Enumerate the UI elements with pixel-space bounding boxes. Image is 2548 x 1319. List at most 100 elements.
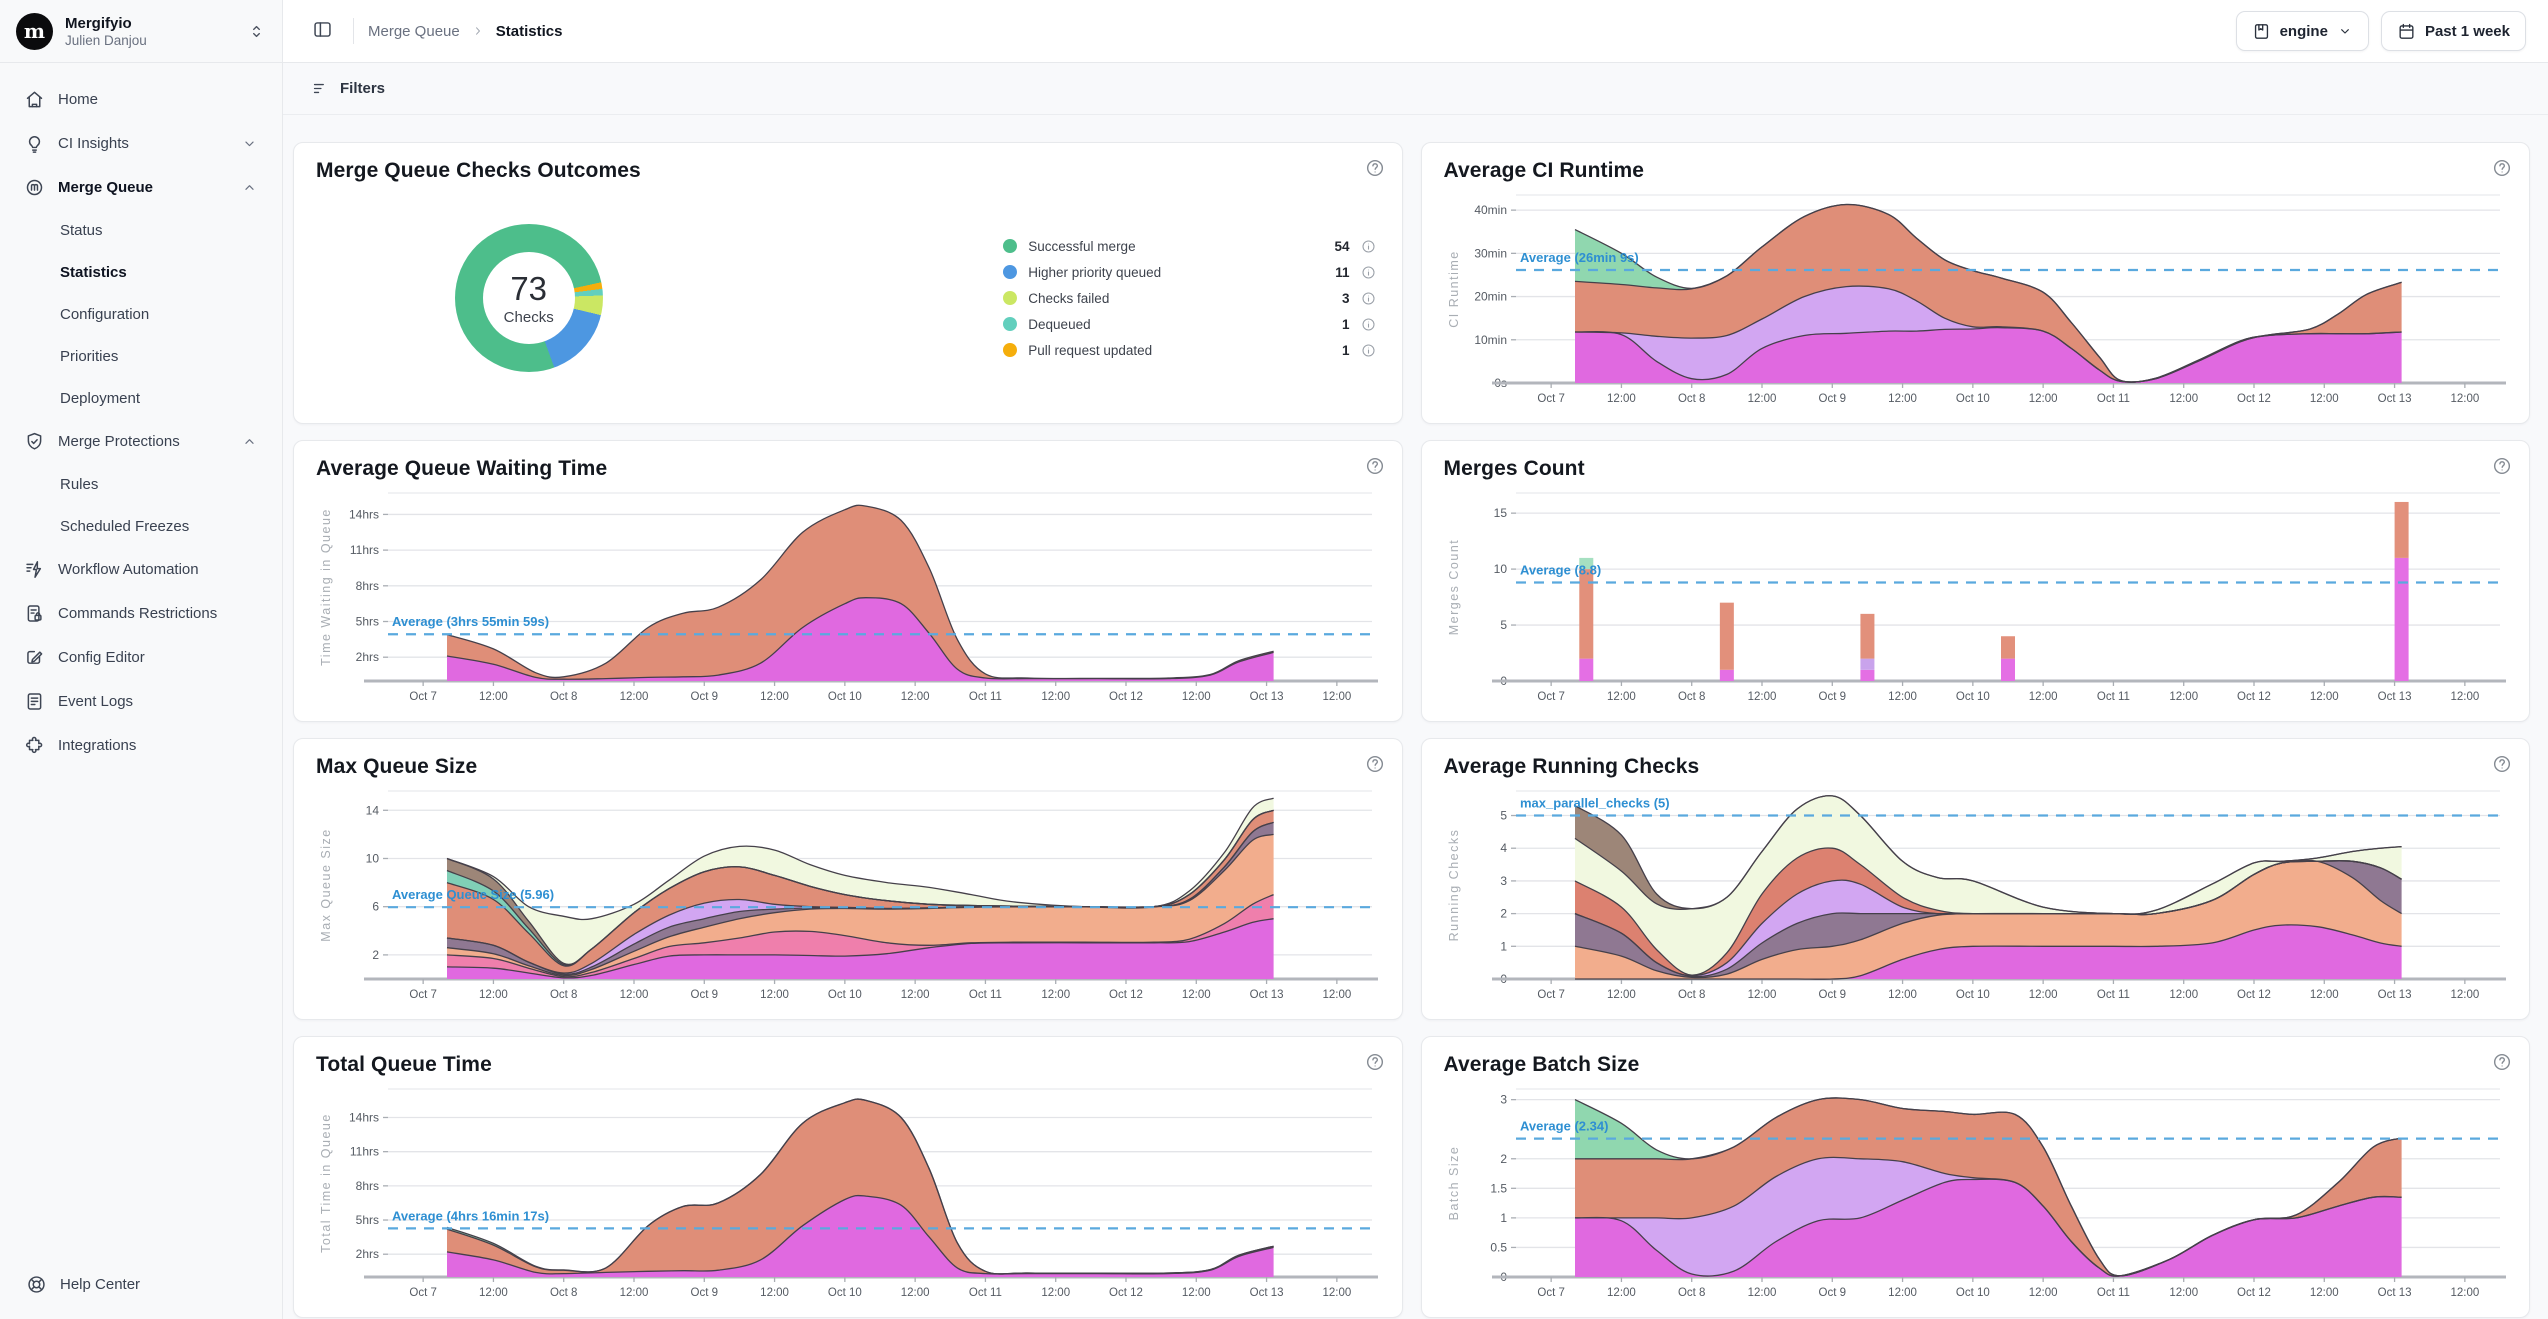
sidebar-item-event-logs[interactable]: Event Logs xyxy=(14,679,268,723)
legend-item-pull-request-updated[interactable]: Pull request updated1 xyxy=(1003,343,1375,358)
info-icon[interactable] xyxy=(1361,343,1376,358)
info-icon[interactable] xyxy=(1361,239,1376,254)
svg-text:5: 5 xyxy=(1500,809,1507,823)
sidebar-item-config-editor[interactable]: Config Editor xyxy=(14,635,268,679)
sidebar-item-status[interactable]: Status xyxy=(14,209,268,251)
svg-text:Oct 9: Oct 9 xyxy=(1818,691,1845,703)
date-range-button[interactable]: Past 1 week xyxy=(2381,11,2526,51)
info-icon[interactable] xyxy=(1361,291,1376,306)
svg-text:Average (8.8): Average (8.8) xyxy=(1520,563,1601,578)
chart-total-queue-time[interactable]: 2hrs5hrs8hrs11hrs14hrsOct 712:00Oct 812:… xyxy=(316,1079,1380,1307)
sidebar-item-priorities[interactable]: Priorities xyxy=(14,335,268,377)
sidebar-item-configuration[interactable]: Configuration xyxy=(14,293,268,335)
svg-text:Oct 9: Oct 9 xyxy=(1818,393,1845,405)
help-icon[interactable] xyxy=(2490,1050,2514,1074)
svg-text:12:00: 12:00 xyxy=(2450,691,2479,703)
checks-outcomes-donut-chart[interactable]: 73 Checks xyxy=(455,224,603,372)
svg-text:12:00: 12:00 xyxy=(1182,691,1211,703)
card-total-queue-time: Total Queue Time 2hrs5hrs8hrs11hrs14hrsO… xyxy=(293,1036,1403,1318)
sidebar: m Mergifyio Julien Danjou HomeCI Insight… xyxy=(0,0,283,1319)
help-icon[interactable] xyxy=(2490,156,2514,180)
help-icon[interactable] xyxy=(1363,752,1387,776)
svg-text:12:00: 12:00 xyxy=(1607,691,1636,703)
legend-item-dequeued[interactable]: Dequeued1 xyxy=(1003,317,1375,332)
svg-text:Oct 12: Oct 12 xyxy=(2237,393,2271,405)
help-icon[interactable] xyxy=(1363,1050,1387,1074)
org-switcher[interactable]: m Mergifyio Julien Danjou xyxy=(0,0,282,63)
org-name: Mergifyio xyxy=(65,15,147,32)
svg-text:Oct 7: Oct 7 xyxy=(409,1287,436,1299)
svg-text:Oct 9: Oct 9 xyxy=(1818,989,1845,1001)
svg-text:Oct 8: Oct 8 xyxy=(1677,691,1704,703)
svg-text:max_parallel_checks (5): max_parallel_checks (5) xyxy=(1520,796,1670,811)
chart-average-batch-size[interactable]: 00.511.523Oct 712:00Oct 812:00Oct 912:00… xyxy=(1444,1079,2508,1307)
help-icon[interactable] xyxy=(2490,454,2514,478)
help-icon[interactable] xyxy=(1363,454,1387,478)
sidebar-item-workflow-automation[interactable]: Workflow Automation xyxy=(14,547,268,591)
svg-text:Oct 8: Oct 8 xyxy=(550,989,577,1001)
bulb-icon xyxy=(24,133,45,154)
breadcrumb-merge-queue[interactable]: Merge Queue xyxy=(368,23,460,40)
svg-text:12:00: 12:00 xyxy=(1182,989,1211,1001)
svg-text:Oct 13: Oct 13 xyxy=(2377,691,2411,703)
chevron-up-icon xyxy=(241,179,258,196)
sidebar-item-merge-queue[interactable]: Merge Queue xyxy=(14,165,268,209)
svg-text:Oct 11: Oct 11 xyxy=(2096,1287,2129,1299)
info-icon[interactable] xyxy=(1361,265,1376,280)
legend-label: Successful merge xyxy=(1028,239,1135,254)
svg-text:Merges Count: Merges Count xyxy=(1447,539,1461,636)
filters-bar: Filters xyxy=(283,63,2548,115)
repository-select[interactable]: engine xyxy=(2236,11,2369,51)
donut-total-value: 73 xyxy=(510,270,547,308)
sidebar-item-help-center[interactable]: Help Center xyxy=(16,1274,266,1295)
sidebar-item-label: Event Logs xyxy=(58,693,133,710)
svg-text:Oct 12: Oct 12 xyxy=(2237,989,2271,1001)
svg-text:12:00: 12:00 xyxy=(1607,989,1636,1001)
chart-average-ci-runtime[interactable]: 0s10min20min30min40minOct 712:00Oct 812:… xyxy=(1444,185,2508,413)
svg-text:12:00: 12:00 xyxy=(479,1287,508,1299)
svg-text:5hrs: 5hrs xyxy=(356,1213,379,1227)
svg-text:Oct 9: Oct 9 xyxy=(1818,1287,1845,1299)
chart-average-running-checks[interactable]: 012345Oct 712:00Oct 812:00Oct 912:00Oct … xyxy=(1444,781,2508,1009)
svg-text:12:00: 12:00 xyxy=(1322,691,1351,703)
chart-merges-count[interactable]: 051015Oct 712:00Oct 812:00Oct 912:00Oct … xyxy=(1444,483,2508,711)
svg-text:Oct 10: Oct 10 xyxy=(828,1287,862,1299)
sidebar-item-ci-insights[interactable]: CI Insights xyxy=(14,121,268,165)
sidebar-item-home[interactable]: Home xyxy=(14,77,268,121)
svg-text:Oct 12: Oct 12 xyxy=(2237,1287,2271,1299)
svg-text:10min: 10min xyxy=(1474,333,1507,347)
sidebar-item-merge-protections[interactable]: Merge Protections xyxy=(14,419,268,463)
sidebar-item-statistics[interactable]: Statistics xyxy=(14,251,268,293)
legend-item-successful-merge[interactable]: Successful merge54 xyxy=(1003,239,1375,254)
svg-text:Oct 13: Oct 13 xyxy=(2377,989,2411,1001)
svg-text:12:00: 12:00 xyxy=(2169,1287,2198,1299)
svg-text:14hrs: 14hrs xyxy=(349,1110,379,1124)
svg-text:Oct 11: Oct 11 xyxy=(969,691,1002,703)
svg-text:6: 6 xyxy=(372,900,379,914)
svg-text:2: 2 xyxy=(1500,1152,1507,1166)
workflow-icon xyxy=(24,559,45,580)
sidebar-item-scheduled-freezes[interactable]: Scheduled Freezes xyxy=(14,505,268,547)
info-icon[interactable] xyxy=(1361,317,1376,332)
filters-button[interactable]: Filters xyxy=(305,78,391,99)
sidebar-item-commands-restrictions[interactable]: Commands Restrictions xyxy=(14,591,268,635)
svg-text:20min: 20min xyxy=(1474,290,1507,304)
card-average-queue-waiting-time: Average Queue Waiting Time 2hrs5hrs8hrs1… xyxy=(293,440,1403,722)
sidebar-toggle-button[interactable] xyxy=(305,14,339,48)
svg-text:12:00: 12:00 xyxy=(2450,393,2479,405)
sidebar-item-integrations[interactable]: Integrations xyxy=(14,723,268,767)
breadcrumb-statistics: Statistics xyxy=(496,23,563,40)
help-icon[interactable] xyxy=(2490,752,2514,776)
help-icon[interactable] xyxy=(1363,156,1387,180)
commands-icon xyxy=(24,603,45,624)
sidebar-item-rules[interactable]: Rules xyxy=(14,463,268,505)
sidebar-item-deployment[interactable]: Deployment xyxy=(14,377,268,419)
legend-item-checks-failed[interactable]: Checks failed3 xyxy=(1003,291,1375,306)
svg-text:2: 2 xyxy=(372,948,379,962)
chart-max-queue-size[interactable]: 261014Oct 712:00Oct 812:00Oct 912:00Oct … xyxy=(316,781,1380,1009)
svg-text:12:00: 12:00 xyxy=(2028,393,2057,405)
svg-text:Oct 7: Oct 7 xyxy=(1537,691,1564,703)
chart-average-queue-waiting-time[interactable]: 2hrs5hrs8hrs11hrs14hrsOct 712:00Oct 812:… xyxy=(316,483,1380,711)
svg-text:1: 1 xyxy=(1500,1211,1507,1225)
legend-item-higher-priority-queued[interactable]: Higher priority queued11 xyxy=(1003,265,1375,280)
